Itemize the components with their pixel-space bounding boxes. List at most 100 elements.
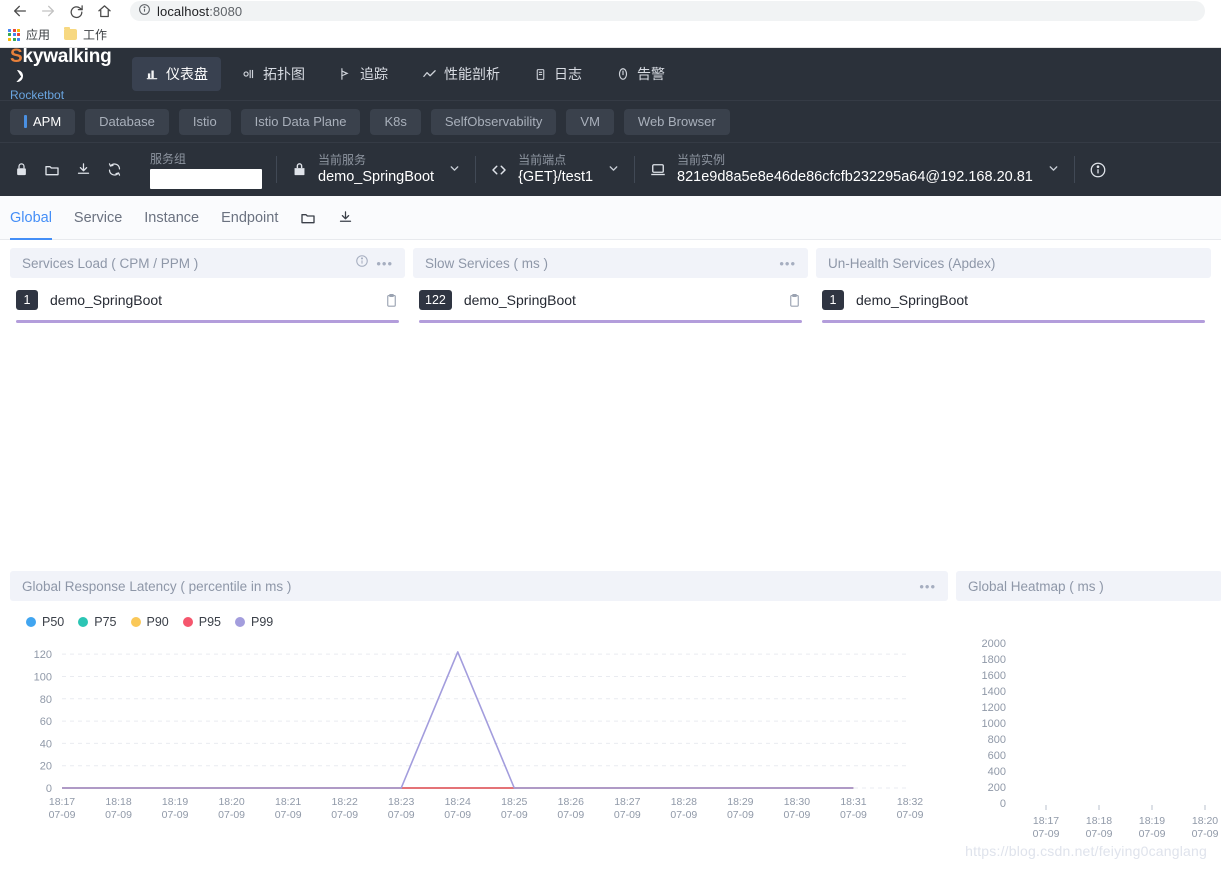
tab-database[interactable]: Database (85, 108, 169, 135)
tab-web-browser[interactable]: Web Browser (623, 108, 730, 135)
bookmarks-bar: 应用 工作 (0, 22, 1221, 48)
chevron-down-icon[interactable] (607, 162, 620, 178)
table-row[interactable]: 122 demo_SpringBoot (413, 278, 808, 310)
legend-swatch (235, 617, 245, 627)
download-icon[interactable] (68, 143, 98, 197)
current-service-selector[interactable]: 当前服务 demo_SpringBoot (277, 143, 475, 196)
topology-icon (242, 67, 256, 81)
card-title: Un-Health Services (Apdex) (828, 255, 996, 271)
tab-apm[interactable]: APM (10, 108, 76, 135)
info-circle-icon[interactable] (138, 3, 151, 19)
nav-item-profile[interactable]: 性能剖析 (409, 57, 513, 91)
svg-text:07-09: 07-09 (840, 809, 867, 821)
refresh-icon[interactable] (99, 143, 129, 197)
svg-text:07-09: 07-09 (218, 809, 245, 821)
dashboard-subtabs: Global Service Instance Endpoint (0, 196, 1221, 240)
tab-selfobservability[interactable]: SelfObservability (430, 108, 557, 135)
svg-text:18:19: 18:19 (162, 796, 188, 808)
home-icon[interactable] (90, 0, 118, 22)
load-bar (419, 320, 802, 323)
tab-k8s[interactable]: K8s (370, 108, 421, 135)
legend-item-p99[interactable]: P99 (235, 615, 273, 629)
browser-toolbar: localhost:8080 (0, 0, 1221, 22)
subtab-global[interactable]: Global (10, 196, 52, 240)
tab-istio-data-plane[interactable]: Istio Data Plane (240, 108, 361, 135)
legend-item-p75[interactable]: P75 (78, 615, 117, 629)
address-bar[interactable]: localhost:8080 (130, 1, 1205, 21)
nav-item-topology[interactable]: 拓扑图 (229, 57, 318, 91)
svg-text:80: 80 (40, 694, 52, 706)
tab-istio[interactable]: Istio (178, 108, 231, 135)
svg-text:18:31: 18:31 (840, 796, 866, 808)
chevron-down-icon[interactable] (448, 162, 461, 178)
svg-text:18:18: 18:18 (1086, 815, 1112, 827)
svg-text:18:24: 18:24 (445, 796, 471, 808)
legend-item-p90[interactable]: P90 (130, 615, 169, 629)
chart-legend: P50 P75 P90 P95 P99 (10, 601, 948, 629)
svg-text:2000: 2000 (982, 638, 1006, 650)
svg-text:18:26: 18:26 (558, 796, 584, 808)
table-row[interactable]: 1 demo_SpringBoot (10, 278, 405, 310)
current-endpoint-selector[interactable]: 当前端点 {GET}/test1 (476, 143, 634, 196)
tab-label: Istio (192, 114, 217, 129)
svg-text:18:20: 18:20 (1192, 815, 1218, 827)
alarm-icon (616, 67, 630, 81)
nav-label: 拓扑图 (263, 66, 305, 82)
watermark: https://blog.csdn.net/feiying0canglang (965, 843, 1207, 859)
folder-icon[interactable] (37, 143, 67, 197)
card-global-heatmap: Global Heatmap ( ms ) 0 200 400 600 800 1000 1… (956, 571, 1221, 856)
clipboard-icon[interactable] (787, 293, 802, 308)
nav-item-log[interactable]: 日志 (521, 57, 595, 91)
subtab-instance[interactable]: Instance (144, 196, 199, 240)
bookmark-work[interactable]: 工作 (64, 26, 107, 43)
tab-vm[interactable]: VM (566, 108, 614, 135)
more-options-icon[interactable]: ••• (919, 580, 936, 593)
svg-text:18:32: 18:32 (897, 796, 923, 808)
back-icon[interactable] (6, 0, 34, 22)
subtab-label: Global (10, 209, 52, 226)
svg-text:18:23: 18:23 (388, 796, 414, 808)
svg-text:18:25: 18:25 (501, 796, 527, 808)
reload-icon[interactable] (62, 0, 90, 22)
nav-item-alarm[interactable]: 告警 (603, 57, 678, 91)
code-icon (490, 161, 508, 179)
card-title: Services Load ( CPM / PPM ) (22, 255, 199, 271)
latency-chart[interactable]: 0 20 40 60 80 100 120 18:17 07-09 18:18 07-09 18:19… (10, 629, 948, 839)
card-actions: ••• (779, 257, 796, 270)
card-global-response-latency: Global Response Latency ( percentile in … (10, 571, 948, 856)
svg-text:0: 0 (1000, 798, 1006, 810)
svg-text:07-09: 07-09 (105, 809, 132, 821)
forward-icon[interactable] (34, 0, 62, 22)
tab-label: Istio Data Plane (254, 114, 347, 129)
lock-icon[interactable] (6, 143, 36, 197)
svg-text:07-09: 07-09 (557, 809, 584, 821)
legend-item-p50[interactable]: P50 (26, 615, 64, 629)
svg-text:18:21: 18:21 (275, 796, 301, 808)
legend-item-p95[interactable]: P95 (182, 615, 221, 629)
app-logo[interactable]: Skywalking Rocketbot (10, 46, 120, 102)
service-icon (291, 161, 308, 178)
folder-icon[interactable] (300, 196, 316, 240)
download-icon[interactable] (338, 196, 353, 240)
card-actions: ••• (919, 580, 936, 593)
trace-icon (339, 67, 353, 81)
subtab-service[interactable]: Service (74, 196, 122, 240)
nav-item-dashboard[interactable]: 仪表盘 (132, 57, 221, 91)
selector-info-icon[interactable] (1075, 143, 1121, 196)
subtab-endpoint[interactable]: Endpoint (221, 196, 278, 240)
service-group-selector[interactable]: 服务组 (136, 143, 276, 196)
more-options-icon[interactable]: ••• (779, 257, 796, 270)
clipboard-icon[interactable] (384, 293, 399, 308)
heatmap-chart[interactable]: 0 200 400 600 800 1000 1200 1400 1600 1800 2000 18:… (956, 633, 1221, 856)
more-options-icon[interactable]: ••• (376, 257, 393, 270)
table-row[interactable]: 1 demo_SpringBoot (816, 278, 1211, 310)
info-circle-icon[interactable] (355, 254, 369, 273)
tab-label: Database (99, 114, 155, 129)
service-group-input[interactable] (150, 169, 262, 189)
chevron-down-icon[interactable] (1047, 162, 1060, 178)
current-instance-selector[interactable]: 当前实例 821e9d8a5e8e46de86cfcfb232295a64@19… (635, 143, 1074, 196)
bookmark-apps[interactable]: 应用 (8, 26, 50, 43)
profile-icon (422, 67, 437, 82)
svg-text:1000: 1000 (982, 718, 1006, 730)
nav-item-trace[interactable]: 追踪 (326, 57, 401, 91)
